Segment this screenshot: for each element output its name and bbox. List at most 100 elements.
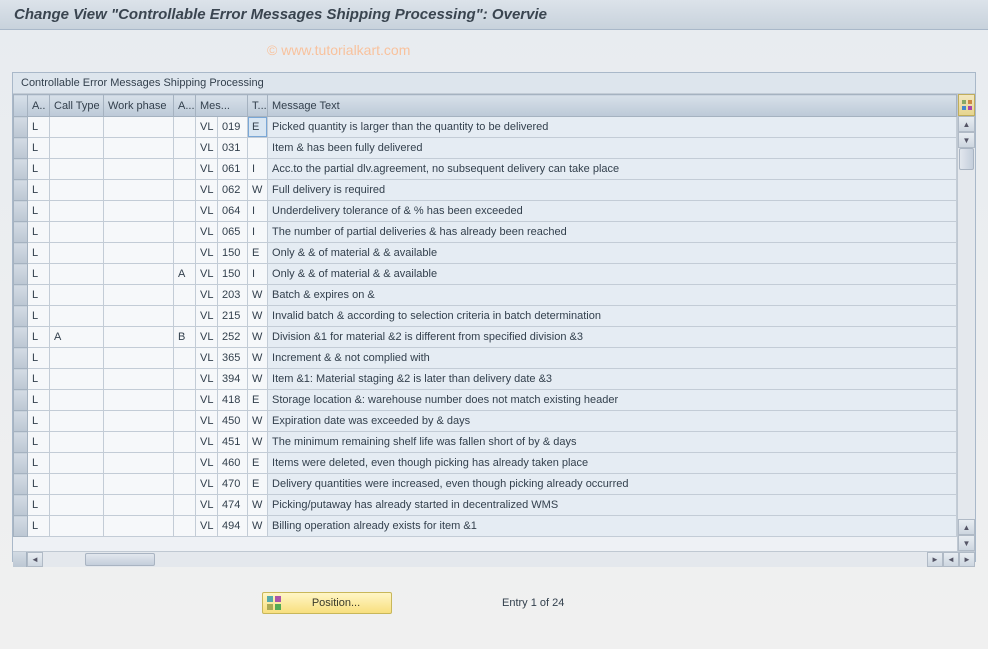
cell-a1[interactable]: L	[28, 159, 50, 180]
cell-call-type[interactable]	[50, 222, 104, 243]
scroll-down-button-2[interactable]: ▼	[958, 535, 975, 551]
scroll-down-button[interactable]: ▼	[958, 132, 975, 148]
cell-message-text[interactable]: Expiration date was exceeded by & days	[268, 411, 957, 432]
hscroll-track[interactable]	[43, 552, 927, 567]
cell-msg-no[interactable]: 203	[218, 285, 248, 306]
cell-msg-area[interactable]: VL	[196, 432, 218, 453]
cell-msg-area[interactable]: VL	[196, 348, 218, 369]
cell-a2[interactable]	[174, 495, 196, 516]
cell-msg-area[interactable]: VL	[196, 411, 218, 432]
row-selector[interactable]	[14, 411, 28, 432]
scroll-up-button-2[interactable]: ▲	[958, 519, 975, 535]
cell-type[interactable]: W	[248, 180, 268, 201]
cell-a2[interactable]	[174, 243, 196, 264]
cell-a1[interactable]: L	[28, 453, 50, 474]
cell-a1[interactable]: L	[28, 117, 50, 138]
cell-call-type[interactable]	[50, 138, 104, 159]
cell-a2[interactable]	[174, 222, 196, 243]
cell-work-phase[interactable]	[104, 474, 174, 495]
cell-work-phase[interactable]	[104, 306, 174, 327]
row-selector[interactable]	[14, 474, 28, 495]
cell-a2[interactable]	[174, 306, 196, 327]
cell-message-text[interactable]: Underdelivery tolerance of & % has been …	[268, 201, 957, 222]
cell-type[interactable]: I	[248, 201, 268, 222]
row-selector[interactable]	[14, 453, 28, 474]
table-row[interactable]: LVL061IAcc.to the partial dlv.agreement,…	[14, 159, 957, 180]
cell-msg-no[interactable]: 215	[218, 306, 248, 327]
cell-msg-area[interactable]: VL	[196, 285, 218, 306]
vertical-scrollbar[interactable]: ▲ ▼ ▲ ▼	[957, 94, 975, 551]
cell-message-text[interactable]: Invalid batch & according to selection c…	[268, 306, 957, 327]
hscroll-thumb[interactable]	[85, 553, 155, 566]
cell-call-type[interactable]	[50, 117, 104, 138]
table-row[interactable]: LVL203WBatch & expires on &	[14, 285, 957, 306]
cell-a1[interactable]: L	[28, 306, 50, 327]
cell-type[interactable]	[248, 138, 268, 159]
col-select-all[interactable]	[14, 95, 28, 117]
cell-type[interactable]: W	[248, 516, 268, 537]
cell-call-type[interactable]	[50, 348, 104, 369]
cell-type[interactable]: W	[248, 495, 268, 516]
table-row[interactable]: LVL451WThe minimum remaining shelf life …	[14, 432, 957, 453]
cell-msg-area[interactable]: VL	[196, 159, 218, 180]
cell-a2[interactable]	[174, 159, 196, 180]
cell-type[interactable]: I	[248, 264, 268, 285]
cell-call-type[interactable]: A	[50, 327, 104, 348]
cell-message-text[interactable]: Only & & of material & & available	[268, 264, 957, 285]
cell-message-text[interactable]: Delivery quantities were increased, even…	[268, 474, 957, 495]
cell-msg-area[interactable]: VL	[196, 222, 218, 243]
cell-msg-no[interactable]: 470	[218, 474, 248, 495]
row-selector[interactable]	[14, 285, 28, 306]
row-selector[interactable]	[14, 327, 28, 348]
scroll-left-button[interactable]: ◄	[27, 552, 43, 567]
row-selector[interactable]	[14, 201, 28, 222]
row-selector[interactable]	[14, 222, 28, 243]
cell-msg-area[interactable]: VL	[196, 516, 218, 537]
cell-a2[interactable]	[174, 474, 196, 495]
cell-type[interactable]: E	[248, 390, 268, 411]
cell-work-phase[interactable]	[104, 348, 174, 369]
cell-a2[interactable]	[174, 348, 196, 369]
col-message-text[interactable]: Message Text	[268, 95, 957, 117]
cell-call-type[interactable]	[50, 264, 104, 285]
row-selector[interactable]	[14, 516, 28, 537]
cell-message-text[interactable]: Increment & & not complied with	[268, 348, 957, 369]
row-selector[interactable]	[14, 264, 28, 285]
cell-message-text[interactable]: Picked quantity is larger than the quant…	[268, 117, 957, 138]
cell-call-type[interactable]	[50, 411, 104, 432]
row-selector[interactable]	[14, 348, 28, 369]
row-selector[interactable]	[14, 159, 28, 180]
col-call-type[interactable]: Call Type	[50, 95, 104, 117]
cell-a2[interactable]	[174, 390, 196, 411]
cell-a1[interactable]: L	[28, 243, 50, 264]
cell-type[interactable]: W	[248, 432, 268, 453]
cell-work-phase[interactable]	[104, 159, 174, 180]
cell-type[interactable]: W	[248, 285, 268, 306]
cell-a1[interactable]: L	[28, 327, 50, 348]
cell-a1[interactable]: L	[28, 474, 50, 495]
cell-msg-area[interactable]: VL	[196, 474, 218, 495]
cell-work-phase[interactable]	[104, 432, 174, 453]
table-row[interactable]: LVL450WExpiration date was exceeded by &…	[14, 411, 957, 432]
scroll-left-button-2[interactable]: ◄	[943, 552, 959, 567]
cell-msg-no[interactable]: 474	[218, 495, 248, 516]
cell-a1[interactable]: L	[28, 264, 50, 285]
cell-call-type[interactable]	[50, 495, 104, 516]
cell-a1[interactable]: L	[28, 285, 50, 306]
table-row[interactable]: LVL460EItems were deleted, even though p…	[14, 453, 957, 474]
cell-type[interactable]: E	[248, 474, 268, 495]
cell-type[interactable]: E	[248, 243, 268, 264]
scroll-right-button-2[interactable]: ►	[959, 552, 975, 567]
cell-type[interactable]: E	[248, 117, 268, 138]
cell-call-type[interactable]	[50, 306, 104, 327]
cell-a1[interactable]: L	[28, 495, 50, 516]
horizontal-scrollbar[interactable]: ◄ ► ◄ ►	[13, 551, 975, 567]
table-row[interactable]: LVL065IThe number of partial deliveries …	[14, 222, 957, 243]
cell-message-text[interactable]: Item & has been fully delivered	[268, 138, 957, 159]
table-row[interactable]: L VL470EDelivery quantities were increase…	[14, 474, 957, 495]
cell-a2[interactable]: A	[174, 264, 196, 285]
cell-work-phase[interactable]	[104, 516, 174, 537]
table-row[interactable]: LVL215WInvalid batch & according to sele…	[14, 306, 957, 327]
cell-a1[interactable]: L	[28, 180, 50, 201]
cell-call-type[interactable]	[50, 516, 104, 537]
